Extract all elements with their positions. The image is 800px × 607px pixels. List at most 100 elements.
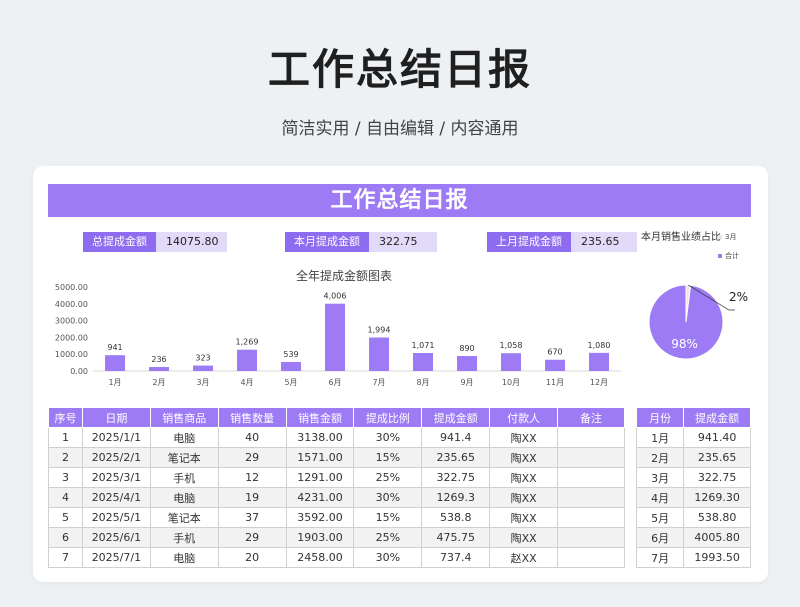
- side-table-row: 5月 538.80: [635, 507, 751, 528]
- table-cell: 1269.3: [421, 487, 491, 508]
- table-cell: 2025/3/1: [81, 467, 151, 488]
- table-cell: 15%: [353, 507, 423, 528]
- table-cell: 6月: [635, 527, 685, 548]
- column-header: 提成金额: [421, 407, 491, 428]
- table-cell: 陶XX: [489, 487, 559, 508]
- table-cell: 29: [217, 447, 287, 468]
- table-cell: [557, 487, 625, 508]
- table-cell: 7月: [635, 547, 685, 568]
- table-cell: 2025/2/1: [81, 447, 151, 468]
- table-cell: 25%: [353, 527, 423, 548]
- table-cell: 235.65: [421, 447, 491, 468]
- table-cell: 30%: [353, 547, 423, 568]
- table-cell: 电脑: [149, 547, 219, 568]
- column-header: 付款人: [489, 407, 559, 428]
- table-cell: 1月: [635, 427, 685, 448]
- table-cell: 电脑: [149, 487, 219, 508]
- table-cell: 1571.00: [285, 447, 355, 468]
- table-cell: 笔记本: [149, 507, 219, 528]
- table-cell: 3: [48, 467, 83, 488]
- table-cell: [557, 427, 625, 448]
- table-cell: 37: [217, 507, 287, 528]
- table-cell: 1993.50: [683, 547, 751, 568]
- table-row: 6 2025/6/1 手机 29 1903.00 25% 475.75 陶XX: [48, 527, 625, 548]
- table-cell: 15%: [353, 447, 423, 468]
- table-cell: 20: [217, 547, 287, 568]
- table-cell: 7: [48, 547, 83, 568]
- table-cell: 手机: [149, 467, 219, 488]
- table-header-row: 序号 日期 销售商品 销售数量 销售金额 提成比例 提成金额 付款人 备注: [48, 407, 625, 428]
- column-header: 销售数量: [217, 407, 287, 428]
- table-cell: 2025/4/1: [81, 487, 151, 508]
- side-table-header-row: 月份 提成金额: [635, 407, 751, 428]
- column-header: 提成比例: [353, 407, 423, 428]
- table-cell: 4月: [635, 487, 685, 508]
- table-cell: 3592.00: [285, 507, 355, 528]
- table-row: 1 2025/1/1 电脑 40 3138.00 30% 941.4 陶XX: [48, 427, 625, 448]
- table-cell: 538.8: [421, 507, 491, 528]
- table-cell: 40: [217, 427, 287, 448]
- column-header: 日期: [81, 407, 151, 428]
- table-cell: 陶XX: [489, 427, 559, 448]
- table-cell: 737.4: [421, 547, 491, 568]
- table-cell: [557, 507, 625, 528]
- side-table-row: 4月 1269.30: [635, 487, 751, 508]
- table-cell: 陶XX: [489, 467, 559, 488]
- table-row: 2 2025/2/1 笔记本 29 1571.00 15% 235.65 陶XX: [48, 447, 625, 468]
- table-cell: 1903.00: [285, 527, 355, 548]
- pie-value-label: 2%: [729, 290, 748, 304]
- table-cell: 941.40: [683, 427, 751, 448]
- column-header: 月份: [635, 407, 685, 428]
- table-cell: 陶XX: [489, 527, 559, 548]
- table-cell: 笔记本: [149, 447, 219, 468]
- table-cell: 5月: [635, 507, 685, 528]
- table-cell: 陶XX: [489, 507, 559, 528]
- side-table-row: 1月 941.40: [635, 427, 751, 448]
- table-cell: 322.75: [683, 467, 751, 488]
- table-cell: 2: [48, 447, 83, 468]
- table-cell: 1: [48, 427, 83, 448]
- table-cell: 陶XX: [489, 447, 559, 468]
- table-cell: 1269.30: [683, 487, 751, 508]
- table-cell: 4005.80: [683, 527, 751, 548]
- table-cell: 941.4: [421, 427, 491, 448]
- table-cell: 3月: [635, 467, 685, 488]
- table-cell: [557, 527, 625, 548]
- column-header: 销售商品: [149, 407, 219, 428]
- side-table-row: 6月 4005.80: [635, 527, 751, 548]
- table-cell: 1291.00: [285, 467, 355, 488]
- table-cell: 538.80: [683, 507, 751, 528]
- table-cell: 2025/7/1: [81, 547, 151, 568]
- column-header: 销售金额: [285, 407, 355, 428]
- table-cell: [557, 547, 625, 568]
- table-cell: 2025/5/1: [81, 507, 151, 528]
- column-header: 序号: [48, 407, 83, 428]
- table-cell: 赵XX: [489, 547, 559, 568]
- table-cell: 4: [48, 487, 83, 508]
- table-cell: 30%: [353, 427, 423, 448]
- table-cell: 25%: [353, 467, 423, 488]
- table-cell: 2月: [635, 447, 685, 468]
- side-table-row: 3月 322.75: [635, 467, 751, 488]
- table-row: 5 2025/5/1 笔记本 37 3592.00 15% 538.8 陶XX: [48, 507, 625, 528]
- pie-value-label: 98%: [671, 337, 698, 351]
- table-cell: 19: [217, 487, 287, 508]
- side-table-row: 2月 235.65: [635, 447, 751, 468]
- table-cell: [557, 447, 625, 468]
- table-cell: 322.75: [421, 467, 491, 488]
- table-row: 4 2025/4/1 电脑 19 4231.00 30% 1269.3 陶XX: [48, 487, 625, 508]
- table-cell: [557, 467, 625, 488]
- table-cell: 2025/1/1: [81, 427, 151, 448]
- table-cell: 3138.00: [285, 427, 355, 448]
- side-table-row: 7月 1993.50: [635, 547, 751, 568]
- table-cell: 4231.00: [285, 487, 355, 508]
- table-row: 3 2025/3/1 手机 12 1291.00 25% 322.75 陶XX: [48, 467, 625, 488]
- table-cell: 2025/6/1: [81, 527, 151, 548]
- column-header: 提成金额: [683, 407, 751, 428]
- table-cell: 29: [217, 527, 287, 548]
- table-cell: 电脑: [149, 427, 219, 448]
- table-cell: 235.65: [683, 447, 751, 468]
- table-cell: 2458.00: [285, 547, 355, 568]
- table-row: 7 2025/7/1 电脑 20 2458.00 30% 737.4 赵XX: [48, 547, 625, 568]
- column-header: 备注: [557, 407, 625, 428]
